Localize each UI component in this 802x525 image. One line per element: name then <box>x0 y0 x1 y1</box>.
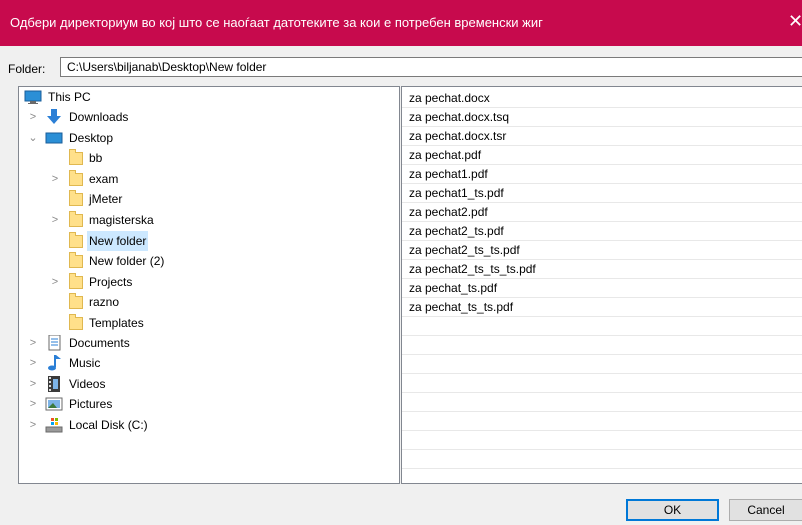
desktop-icon <box>45 132 63 144</box>
tree-item-desktop[interactable]: ⌄ Desktop <box>19 128 399 148</box>
file-list[interactable]: za pechat.docx za pechat.docx.tsq za pec… <box>401 86 802 484</box>
tree-item-label: New folder (2) <box>89 254 165 268</box>
file-row[interactable]: za pechat1.pdf <box>402 165 802 184</box>
tree-item-label: Projects <box>89 275 133 289</box>
tree-item-label: Documents <box>69 336 130 350</box>
tree-item-label: bb <box>89 151 103 165</box>
folder-path-field[interactable]: C:\Users\biljanab\Desktop\New folder <box>60 57 802 77</box>
folder-icon <box>69 273 83 289</box>
cancel-button[interactable]: Cancel <box>729 499 802 521</box>
empty-row <box>402 317 802 336</box>
tree-item-label: Desktop <box>69 131 114 145</box>
chevron-right-icon[interactable]: > <box>27 107 39 127</box>
file-row[interactable]: za pechat2_ts_ts.pdf <box>402 241 802 260</box>
chevron-right-icon[interactable]: > <box>49 210 61 230</box>
download-arrow-icon <box>47 109 61 124</box>
tree-item-downloads[interactable]: > Downloads <box>19 107 399 127</box>
chevron-right-icon[interactable]: > <box>49 272 61 292</box>
folder-row: Folder: C:\Users\biljanab\Desktop\New fo… <box>0 56 802 80</box>
close-icon[interactable]: ✕ <box>788 12 802 32</box>
tree-item-label: Music <box>69 356 101 370</box>
chevron-right-icon[interactable]: > <box>27 394 39 414</box>
tree-item-folder[interactable]: > Projects <box>19 272 399 292</box>
tree-item-label: Pictures <box>69 397 113 411</box>
empty-row <box>402 336 802 355</box>
tree-item-folder[interactable]: Templates <box>19 313 399 333</box>
empty-row <box>402 431 802 450</box>
folder-icon <box>69 211 83 227</box>
folder-label: Folder: <box>8 62 46 76</box>
video-icon <box>48 376 60 392</box>
document-icon <box>48 335 61 351</box>
file-row[interactable]: za pechat.docx.tsq <box>402 108 802 127</box>
chevron-right-icon[interactable]: > <box>49 169 61 189</box>
tree-item-label: razno <box>89 295 120 309</box>
tree-item-label: jMeter <box>89 192 123 206</box>
empty-row <box>402 374 802 393</box>
file-row[interactable]: za pechat2_ts.pdf <box>402 222 802 241</box>
chevron-down-icon[interactable]: ⌄ <box>27 128 39 148</box>
file-row[interactable]: za pechat.docx <box>402 89 802 108</box>
folder-icon <box>69 190 83 206</box>
tree-item-folder[interactable]: razno <box>19 292 399 312</box>
music-note-icon <box>48 355 61 371</box>
file-row[interactable]: za pechat_ts_ts.pdf <box>402 298 802 317</box>
tree-item-folder[interactable]: New folder (2) <box>19 251 399 271</box>
chevron-right-icon[interactable]: > <box>27 415 39 435</box>
tree-item-music[interactable]: > Music <box>19 353 399 373</box>
tree-item-folder-selected[interactable]: New folder <box>19 231 399 251</box>
tree-item-folder[interactable]: bb <box>19 148 399 168</box>
tree-item-label: Downloads <box>69 110 129 124</box>
file-row[interactable]: za pechat.docx.tsr <box>402 127 802 146</box>
folder-icon <box>69 170 83 186</box>
tree-item-videos[interactable]: > Videos <box>19 374 399 394</box>
folder-icon <box>69 149 83 165</box>
folder-tree[interactable]: This PC > Downloads ⌄ Desktop bb > exam … <box>18 86 400 484</box>
empty-row <box>402 450 802 469</box>
tree-item-label: Templates <box>89 316 144 330</box>
file-row[interactable]: za pechat.pdf <box>402 146 802 165</box>
folder-icon <box>69 314 83 330</box>
file-row[interactable]: za pechat2.pdf <box>402 203 802 222</box>
hard-drive-icon <box>45 418 63 433</box>
tree-item-pictures[interactable]: > Pictures <box>19 394 399 414</box>
file-row[interactable]: za pechat2_ts_ts_ts.pdf <box>402 260 802 279</box>
picture-icon <box>45 397 63 411</box>
tree-item-label: New folder <box>87 231 149 251</box>
tree-item-label: Videos <box>69 377 106 391</box>
file-row[interactable]: za pechat1_ts.pdf <box>402 184 802 203</box>
empty-row <box>402 393 802 412</box>
folder-icon <box>69 252 83 268</box>
tree-item-label: Local Disk (C:) <box>69 418 148 432</box>
tree-item-folder[interactable]: > exam <box>19 169 399 189</box>
empty-row <box>402 412 802 431</box>
folder-icon <box>69 232 83 248</box>
tree-item-local-disk[interactable]: > Local Disk (C:) <box>19 415 399 435</box>
folder-icon <box>69 293 83 309</box>
computer-icon <box>24 90 42 104</box>
file-row[interactable]: za pechat_ts.pdf <box>402 279 802 298</box>
empty-row <box>402 355 802 374</box>
tree-item-folder[interactable]: jMeter <box>19 189 399 209</box>
tree-item-folder[interactable]: > magisterska <box>19 210 399 230</box>
tree-item-this-pc[interactable]: This PC <box>19 87 399 107</box>
chevron-right-icon[interactable]: > <box>27 374 39 394</box>
window-title: Одбери директориум во кој што се наоѓаат… <box>10 15 543 30</box>
ok-button[interactable]: OK <box>626 499 719 521</box>
chevron-right-icon[interactable]: > <box>27 353 39 373</box>
tree-item-label: This PC <box>48 90 91 104</box>
title-bar: Одбери директориум во кој што се наоѓаат… <box>0 0 802 46</box>
tree-item-label: magisterska <box>89 213 154 227</box>
tree-item-documents[interactable]: > Documents <box>19 333 399 353</box>
chevron-right-icon[interactable]: > <box>27 333 39 353</box>
tree-item-label: exam <box>89 172 119 186</box>
